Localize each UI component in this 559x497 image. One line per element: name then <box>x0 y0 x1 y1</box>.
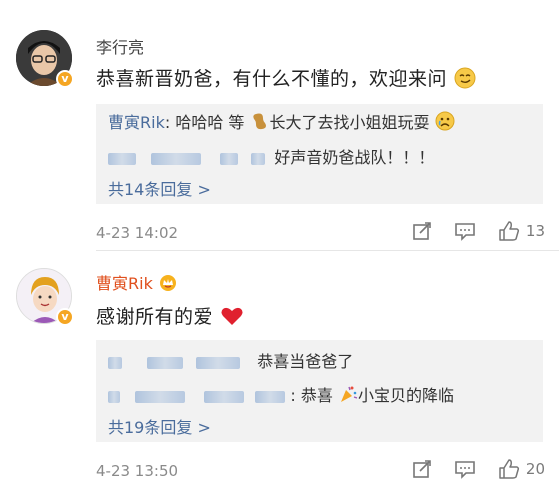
verified-badge-icon: v <box>56 308 74 326</box>
like-count: 13 <box>525 222 545 240</box>
reply-item[interactable]: 恭喜当爸爸了 <box>108 348 353 372</box>
reply-item[interactable]: 曹寅Rik: 哈哈哈 等 长大了去找小姐姐玩耍 <box>108 109 455 133</box>
blurred-username <box>204 390 245 403</box>
smirk-face-icon <box>454 67 476 90</box>
blurred-username <box>147 356 184 369</box>
reply-text: 好声音奶爸战队！！！ <box>274 148 435 167</box>
red-heart-icon <box>220 305 244 328</box>
like-button[interactable]: 20 <box>498 458 545 480</box>
blurred-username <box>135 390 186 403</box>
action-bar: 13 <box>412 220 545 242</box>
blurred-username <box>151 152 202 165</box>
comment-card: v 曹寅Rik 感谢所有的爱 恭喜当爸爸了: 恭喜 小宝贝的降临 共19条回复… <box>0 250 559 497</box>
blurred-username <box>108 356 122 369</box>
member-crown-icon <box>158 274 178 293</box>
reply-box: 曹寅Rik: 哈哈哈 等 长大了去找小姐姐玩耍 好声音奶爸战队！！！ 共14条回… <box>96 104 543 204</box>
blurred-username <box>108 390 120 403</box>
reply-author[interactable]: 曹寅Rik <box>108 113 165 132</box>
reply-text: : 恭喜 <box>290 386 333 405</box>
comment-card: v 李行亮 恭喜新晋奶爸，有什么不懂的，欢迎来问 曹寅Rik: 哈哈哈 等 长大… <box>0 0 559 250</box>
author-name[interactable]: 曹寅Rik <box>96 270 178 294</box>
reply-button[interactable] <box>454 221 476 241</box>
blurred-username <box>108 152 136 165</box>
repost-button[interactable] <box>412 459 432 479</box>
blurred-username <box>196 356 241 369</box>
reply-text: 小宝贝的降临 <box>357 386 454 405</box>
repost-icon <box>413 222 431 240</box>
thumbs-up-icon <box>499 221 519 241</box>
comment-text: 感谢所有的爱 <box>96 302 244 329</box>
verified-badge-icon: v <box>56 70 74 88</box>
comment-message: 恭喜新晋奶爸，有什么不懂的，欢迎来问 <box>96 68 448 90</box>
like-count: 20 <box>525 460 545 478</box>
reply-item[interactable]: 好声音奶爸战队！！！ <box>108 144 434 168</box>
reply-text: 恭喜当爸爸了 <box>257 352 354 371</box>
party-popper-icon <box>338 384 358 405</box>
author-name[interactable]: 李行亮 <box>96 34 144 58</box>
reply-text: 哈哈哈 等 <box>175 113 245 132</box>
reply-box: 恭喜当爸爸了 : 恭喜 小宝贝的降临 共19条回复 > <box>96 340 543 442</box>
action-bar: 20 <box>412 458 545 480</box>
timestamp: 4-23 13:50 <box>96 462 179 480</box>
author-name-text: 曹寅Rik <box>96 274 153 293</box>
blurred-username <box>255 390 286 403</box>
like-button[interactable]: 13 <box>498 220 545 242</box>
more-replies-link[interactable]: 共19条回复 > <box>108 414 211 438</box>
reply-item[interactable]: : 恭喜 小宝贝的降临 <box>108 382 454 406</box>
comment-icon <box>455 461 475 479</box>
cry-face-icon <box>435 111 455 132</box>
comment-message: 感谢所有的爱 <box>96 306 214 328</box>
repost-button[interactable] <box>412 221 432 241</box>
comment-icon <box>455 223 475 241</box>
more-replies-link[interactable]: 共14条回复 > <box>108 176 211 200</box>
timestamp: 4-23 14:02 <box>96 224 179 242</box>
blurred-username <box>251 152 266 165</box>
reply-separator: : <box>164 113 176 132</box>
reply-text: 长大了去找小姐姐玩耍 <box>269 113 430 132</box>
peanut-icon <box>250 111 270 132</box>
repost-icon <box>413 460 431 478</box>
thumbs-up-icon <box>499 459 519 479</box>
comment-text: 恭喜新晋奶爸，有什么不懂的，欢迎来问 <box>96 64 476 91</box>
blurred-username <box>220 152 239 165</box>
reply-button[interactable] <box>454 459 476 479</box>
